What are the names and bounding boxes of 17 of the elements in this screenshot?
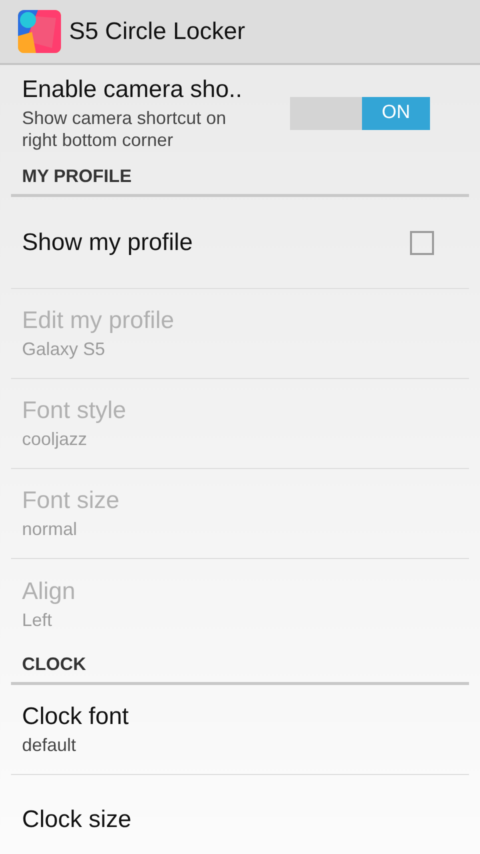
- setting-title: Show my profile: [22, 228, 193, 256]
- setting-summary: Left: [22, 608, 54, 630]
- setting-summary: cooljazz: [22, 428, 88, 450]
- switch-thumb[interactable]: ON: [362, 96, 430, 130]
- section-header: MY PROFILE: [22, 166, 132, 187]
- toggle-switch[interactable]: ON: [290, 96, 430, 130]
- setting-title[interactable]: Clock size: [22, 806, 132, 834]
- section-header: CLOCK: [22, 654, 86, 675]
- setting-title[interactable]: Clock font: [22, 703, 129, 731]
- checkbox[interactable]: [410, 230, 434, 254]
- setting-title: Enable camera sho..: [22, 76, 244, 104]
- app-logo-icon: [18, 10, 61, 53]
- setting-summary: Show camera shortcut on right bottom corner: [22, 106, 228, 150]
- setting-summary: default: [22, 734, 78, 756]
- app-title: S5 Circle Locker: [69, 18, 246, 46]
- setting-summary: Galaxy S5: [22, 338, 106, 360]
- setting-summary: normal: [22, 518, 78, 540]
